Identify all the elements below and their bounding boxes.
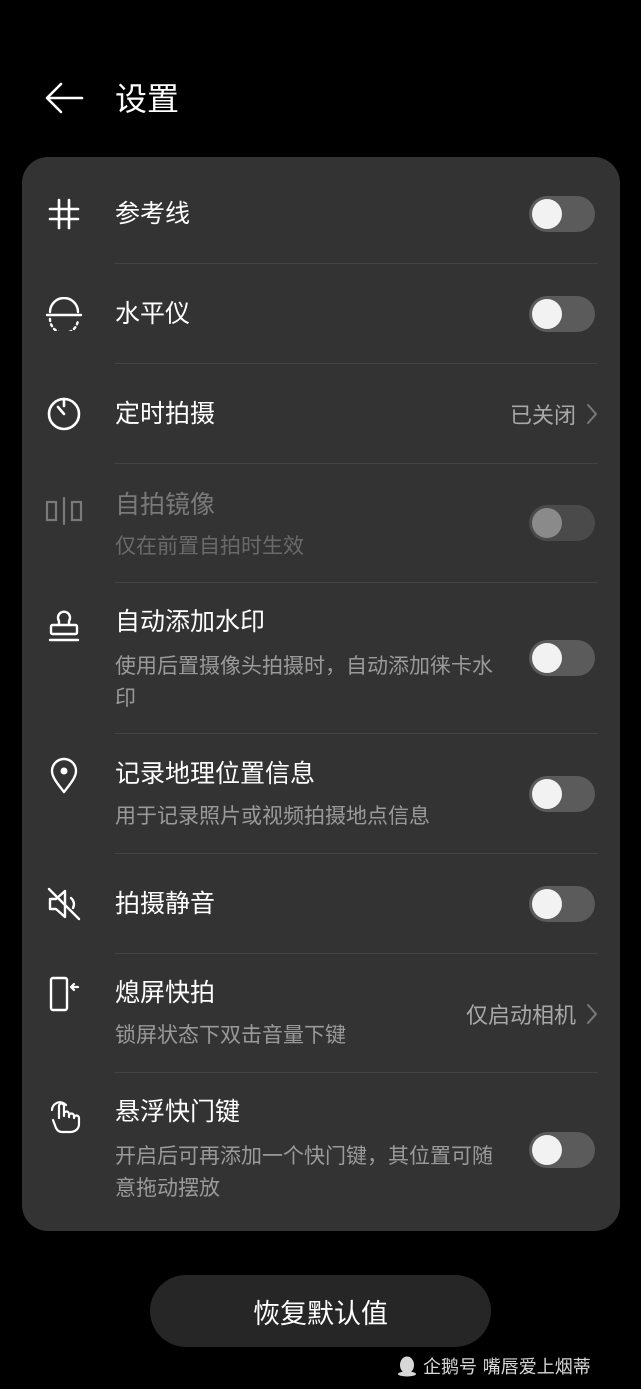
quick-snap-value[interactable]: 仅启动相机 <box>466 998 598 1030</box>
phone-side-button-icon <box>44 974 84 1014</box>
grid-icon <box>44 194 84 234</box>
chevron-right-icon <box>586 1003 598 1025</box>
mute-speaker-icon <box>44 884 84 924</box>
setting-description: 使用后置摄像头拍摄时，自动添加徕卡水印 <box>115 654 493 710</box>
level-icon <box>44 294 84 334</box>
back-arrow-icon <box>44 81 84 115</box>
mirror-icon <box>44 491 84 531</box>
qq-penguin-icon <box>397 1355 417 1377</box>
hand-tap-icon <box>44 1095 84 1135</box>
setting-quick-snap[interactable]: 熄屏快拍 锁屏状态下双击音量下键 仅启动相机 <box>22 954 620 1072</box>
watermark-text: 企鹅号 嘴唇爱上烟蒂 <box>423 1357 591 1378</box>
setting-label: 熄屏快拍 <box>115 978 216 1007</box>
selfie-mirror-toggle[interactable] <box>529 505 595 541</box>
setting-mute[interactable]: 拍摄静音 <box>22 854 620 953</box>
setting-description: 锁屏状态下双击音量下键 <box>115 1023 346 1047</box>
floating-shutter-toggle[interactable] <box>529 1132 595 1168</box>
setting-label: 拍摄静音 <box>115 889 216 918</box>
setting-description: 开启后可再添加一个快门键，其位置可随意拖动摆放 <box>115 1144 493 1200</box>
stamp-icon <box>44 605 84 645</box>
timer-value-text: 已关闭 <box>509 404 576 429</box>
setting-selfie-mirror[interactable]: 自拍镜像 仅在前置自拍时生效 <box>22 464 620 582</box>
quick-snap-value-text: 仅启动相机 <box>465 1004 576 1029</box>
setting-auto-watermark[interactable]: 自动添加水印 使用后置摄像头拍摄时，自动添加徕卡水印 <box>22 583 620 733</box>
watermark: 企鹅号 嘴唇爱上烟蒂 <box>397 1352 591 1380</box>
location-pin-icon <box>44 756 84 796</box>
timer-icon <box>44 394 84 434</box>
setting-label: 悬浮快门键 <box>115 1097 241 1126</box>
setting-level[interactable]: 水平仪 <box>22 264 620 363</box>
setting-reference-lines[interactable]: 参考线 <box>22 157 620 263</box>
auto-watermark-toggle[interactable] <box>529 640 595 676</box>
setting-label: 记录地理位置信息 <box>115 759 316 788</box>
setting-floating-shutter[interactable]: 悬浮快门键 开启后可再添加一个快门键，其位置可随意拖动摆放 <box>22 1073 620 1223</box>
setting-description: 仅在前置自拍时生效 <box>115 534 304 558</box>
setting-label: 水平仪 <box>115 299 191 328</box>
mute-toggle[interactable] <box>529 886 595 922</box>
setting-label: 参考线 <box>115 199 191 228</box>
setting-location[interactable]: 记录地理位置信息 用于记录照片或视频拍摄地点信息 <box>22 734 620 853</box>
page-title: 设置 <box>115 80 180 118</box>
location-toggle[interactable] <box>529 776 595 812</box>
setting-timer[interactable]: 定时拍摄 已关闭 <box>22 364 620 463</box>
settings-card: 参考线 水平仪 定时拍摄 已关闭 自拍镜像 仅在前置自拍时生效 自动添加水印 使… <box>22 157 620 1231</box>
chevron-right-icon <box>586 403 598 425</box>
setting-label: 自动添加水印 <box>115 607 266 636</box>
setting-label: 定时拍摄 <box>115 399 216 428</box>
setting-description: 用于记录照片或视频拍摄地点信息 <box>115 804 430 828</box>
timer-value[interactable]: 已关闭 <box>510 398 598 430</box>
setting-label: 自拍镜像 <box>115 490 216 519</box>
header: 设置 <box>0 0 641 150</box>
level-toggle[interactable] <box>529 296 595 332</box>
reference-lines-toggle[interactable] <box>529 196 595 232</box>
back-button[interactable] <box>38 72 90 124</box>
restore-defaults-button[interactable]: 恢复默认值 <box>150 1275 491 1347</box>
